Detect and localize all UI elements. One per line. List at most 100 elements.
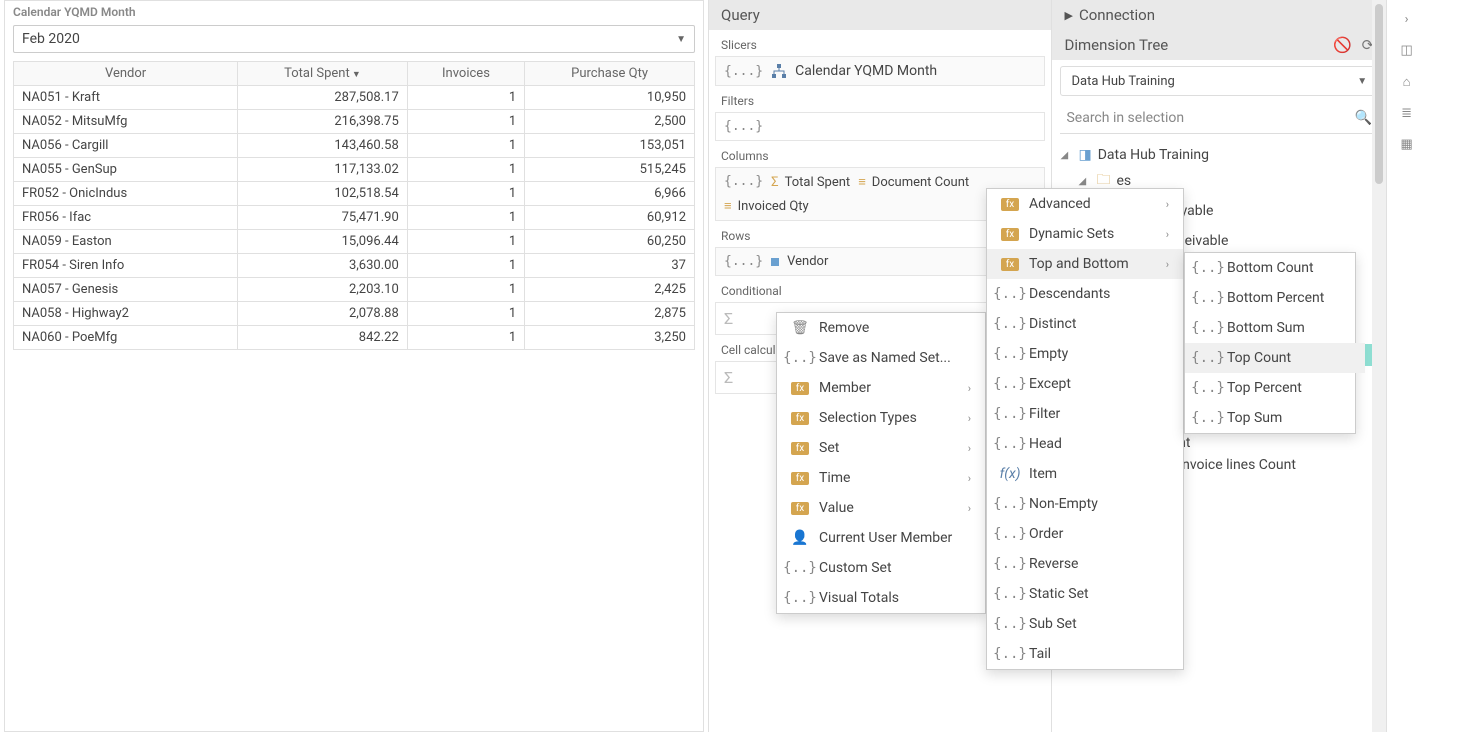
visibility-off-icon[interactable]: 🚫 — [1333, 36, 1352, 54]
brace-icon: {..} — [1199, 290, 1217, 306]
table-row[interactable]: NA051 - Kraft287,508.17110,950 — [14, 86, 695, 110]
menu-item[interactable]: {..}Sub Set — [987, 609, 1183, 639]
menu-item-label: Descendants — [1029, 286, 1110, 302]
context-menu-set: fxAdvanced›fxDynamic Sets›fxTop and Bott… — [986, 188, 1184, 670]
menu-item[interactable]: 👤Current User Member — [777, 523, 985, 553]
menu-item[interactable]: {..}Bottom Sum — [1185, 313, 1365, 343]
dimension-icon — [771, 258, 779, 266]
menu-item[interactable]: {..}Visual Totals — [777, 583, 985, 613]
menu-item[interactable]: fxMember› — [777, 373, 985, 403]
brace-icon: {..} — [1001, 316, 1019, 332]
menu-item[interactable]: {..}Filter — [987, 399, 1183, 429]
row-token-label: Vendor — [787, 254, 828, 269]
menu-item-label: Top Sum — [1227, 410, 1282, 426]
menu-item[interactable]: {..}Top Count — [1185, 343, 1365, 373]
tree-root-label: Data Hub Training — [1098, 147, 1209, 163]
grid-icon[interactable]: ▦ — [1400, 137, 1412, 152]
menu-item[interactable]: {..}Descendants — [987, 279, 1183, 309]
menu-item[interactable]: f(x)Item — [987, 459, 1183, 489]
menu-item[interactable]: {..}Tail — [987, 639, 1183, 669]
search-input[interactable]: Search in selection 🔍 — [1060, 102, 1378, 134]
collapse-icon[interactable]: ◢ — [1060, 150, 1072, 161]
menu-item[interactable]: {..}Except — [987, 369, 1183, 399]
menu-item[interactable]: fxTop and Bottom› — [987, 249, 1183, 279]
cube-selector[interactable]: Data Hub Training ▼ — [1060, 66, 1378, 96]
cell-qty: 6,966 — [525, 182, 695, 206]
cell-total: 2,078.88 — [238, 302, 408, 326]
table-row[interactable]: FR054 - Siren Info3,630.00137 — [14, 254, 695, 278]
menu-item-label: Selection Types — [819, 410, 917, 426]
column-token-total-spent[interactable]: Σ Total Spent — [771, 174, 850, 190]
table-row[interactable]: NA059 - Easton15,096.44160,250 — [14, 230, 695, 254]
column-header[interactable]: Purchase Qty — [525, 62, 695, 86]
menu-item[interactable]: {..}Top Sum — [1185, 403, 1365, 433]
menu-item[interactable]: fxDynamic Sets› — [987, 219, 1183, 249]
slicer-token[interactable]: {...} Calendar YQMD Month — [715, 56, 1045, 86]
menu-item[interactable]: {..}Reverse — [987, 549, 1183, 579]
menu-item[interactable]: {..}Order — [987, 519, 1183, 549]
collapse-icon[interactable]: ◢ — [1078, 176, 1090, 187]
scrollbar[interactable] — [1372, 0, 1386, 732]
context-menu-topbottom: {..}Bottom Count{..}Bottom Percent{..}Bo… — [1184, 252, 1356, 434]
column-token-document-count[interactable]: ≡ Document Count — [858, 174, 969, 190]
filters-dropzone[interactable]: {...} — [715, 112, 1045, 141]
table-row[interactable]: FR056 - Ifac75,471.90160,912 — [14, 206, 695, 230]
menu-item[interactable]: {..}Static Set — [987, 579, 1183, 609]
chevron-right-icon: › — [968, 442, 971, 455]
menu-item[interactable]: {..}Top Percent — [1185, 373, 1365, 403]
table-row[interactable]: NA058 - Highway22,078.8812,875 — [14, 302, 695, 326]
trash-icon: 🗑 — [791, 320, 809, 336]
table-row[interactable]: NA055 - GenSup117,133.021515,245 — [14, 158, 695, 182]
chevron-right-icon: › — [1166, 258, 1169, 271]
menu-item[interactable]: {..}Custom Set — [777, 553, 985, 583]
sigma-icon: Σ — [771, 175, 778, 190]
home-icon[interactable]: ⌂ — [1403, 74, 1411, 90]
table-row[interactable]: NA056 - Cargill143,460.581153,051 — [14, 134, 695, 158]
cube-icon[interactable]: ◫ — [1400, 43, 1412, 58]
brace-icon: {..} — [1199, 350, 1217, 366]
column-header[interactable]: Invoices — [407, 62, 524, 86]
column-header[interactable]: Vendor — [14, 62, 238, 86]
search-icon: 🔍 — [1355, 110, 1372, 126]
menu-item-label: Bottom Percent — [1227, 290, 1324, 306]
table-row[interactable]: NA060 - PoeMfg842.2213,250 — [14, 326, 695, 350]
menu-item[interactable]: 🗑Remove — [777, 313, 985, 343]
brace-icon: {..} — [1001, 346, 1019, 362]
menu-item[interactable]: {..}Bottom Count — [1185, 253, 1365, 283]
tree-root[interactable]: ◢ ◨ Data Hub Training — [1060, 144, 1378, 166]
menu-item[interactable]: {..} Bottom Percent — [1185, 283, 1365, 313]
cell-vendor: FR052 - OnicIndus — [14, 182, 238, 206]
table-row[interactable]: NA052 - MitsuMfg216,398.7512,500 — [14, 110, 695, 134]
menu-item[interactable]: {..}Empty — [987, 339, 1183, 369]
menu-item[interactable]: fxValue› — [777, 493, 985, 523]
table-row[interactable]: NA057 - Genesis2,203.1012,425 — [14, 278, 695, 302]
menu-item[interactable]: {..}Non-Empty — [987, 489, 1183, 519]
connection-header[interactable]: ▶ Connection — [1052, 0, 1386, 30]
menu-item[interactable]: fxTime› — [777, 463, 985, 493]
menu-item[interactable]: fxSelection Types› — [777, 403, 985, 433]
menu-item-label: Static Set — [1029, 586, 1089, 602]
chevron-right-icon[interactable]: › — [1405, 12, 1409, 27]
menu-item[interactable]: fxSet› — [777, 433, 985, 463]
menu-item[interactable]: {..}Distinct — [987, 309, 1183, 339]
menu-item-label: Order — [1029, 526, 1063, 542]
menu-item-label: Reverse — [1029, 556, 1078, 572]
menu-item[interactable]: {..}Save as Named Set... — [777, 343, 985, 373]
column-header[interactable]: Total Spent — [238, 62, 408, 86]
menu-item[interactable]: {..}Head — [987, 429, 1183, 459]
menu-item-label: Set — [819, 440, 839, 456]
fx-icon: fx — [791, 472, 809, 485]
dimension-tree-header: Dimension Tree 🚫 ⟳ — [1052, 30, 1386, 60]
brace-icon: {..} — [1001, 436, 1019, 452]
menu-item[interactable]: fxAdvanced› — [987, 189, 1183, 219]
brace-icon: {..} — [1001, 616, 1019, 632]
table-row[interactable]: FR052 - OnicIndus102,518.5416,966 — [14, 182, 695, 206]
menu-item-label: Dynamic Sets — [1029, 226, 1114, 242]
menu-item-label: Non-Empty — [1029, 496, 1098, 512]
brace-icon: {..} — [791, 350, 809, 366]
cell-vendor: FR056 - Ifac — [14, 206, 238, 230]
list-icon[interactable]: ≣ — [1401, 106, 1412, 121]
menu-item-label: Current User Member — [819, 530, 952, 546]
month-dropdown[interactable]: Feb 2020 ▼ — [13, 25, 695, 53]
slicer-token-label: Calendar YQMD Month — [795, 63, 937, 79]
